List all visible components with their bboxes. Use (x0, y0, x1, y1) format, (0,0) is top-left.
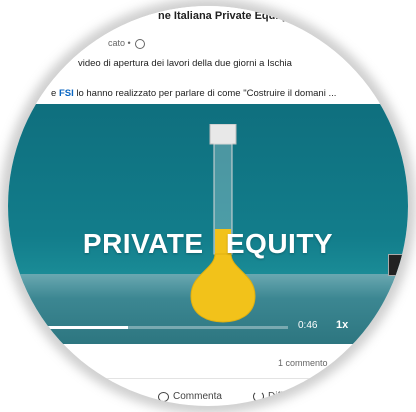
comment-count[interactable]: 1 commento (278, 358, 328, 368)
comment-button[interactable]: Commenta (158, 391, 222, 402)
post-text-prefix: e (51, 88, 57, 99)
video-progress-fill (8, 326, 129, 329)
fullscreen-icon[interactable] (388, 254, 406, 276)
video-progress-bar[interactable] (8, 326, 288, 329)
circular-frame: ne Italiana Private Equity, cato • video… (8, 6, 408, 406)
comment-label: Commenta (173, 391, 222, 402)
playback-speed-button[interactable]: 1x (336, 319, 348, 331)
post-header: ne Italiana Private Equity, cato • video… (8, 6, 408, 111)
share-label: Diff (268, 391, 283, 402)
video-time: 0:46 (298, 320, 318, 331)
post-text-suffix: lo hanno realizzato per parlare di come … (76, 88, 337, 99)
video-title-left: PRIVATE (82, 228, 204, 259)
flask-image (190, 124, 256, 323)
share-button[interactable]: Diff (253, 391, 283, 402)
post-meta: cato • (108, 38, 146, 49)
post-meta-text: cato • (108, 38, 131, 48)
globe-icon (135, 38, 146, 49)
post-author-title[interactable]: ne Italiana Private Equity, (158, 10, 290, 22)
video-title-overlay: PRIVATE EQUITY (8, 228, 408, 260)
fsi-link[interactable]: FSI (59, 88, 74, 99)
comment-icon (158, 391, 169, 402)
share-icon (253, 391, 264, 402)
post-text-line-1: video di apertura dei lavori della due g… (78, 58, 292, 69)
divider (68, 378, 368, 379)
post-text-line-2: e FSI lo hanno realizzato per parlare di… (51, 88, 336, 99)
video-title-right: EQUITY (225, 228, 334, 259)
video-player[interactable]: PRIVATE EQUITY 0:46 1x (8, 104, 408, 344)
